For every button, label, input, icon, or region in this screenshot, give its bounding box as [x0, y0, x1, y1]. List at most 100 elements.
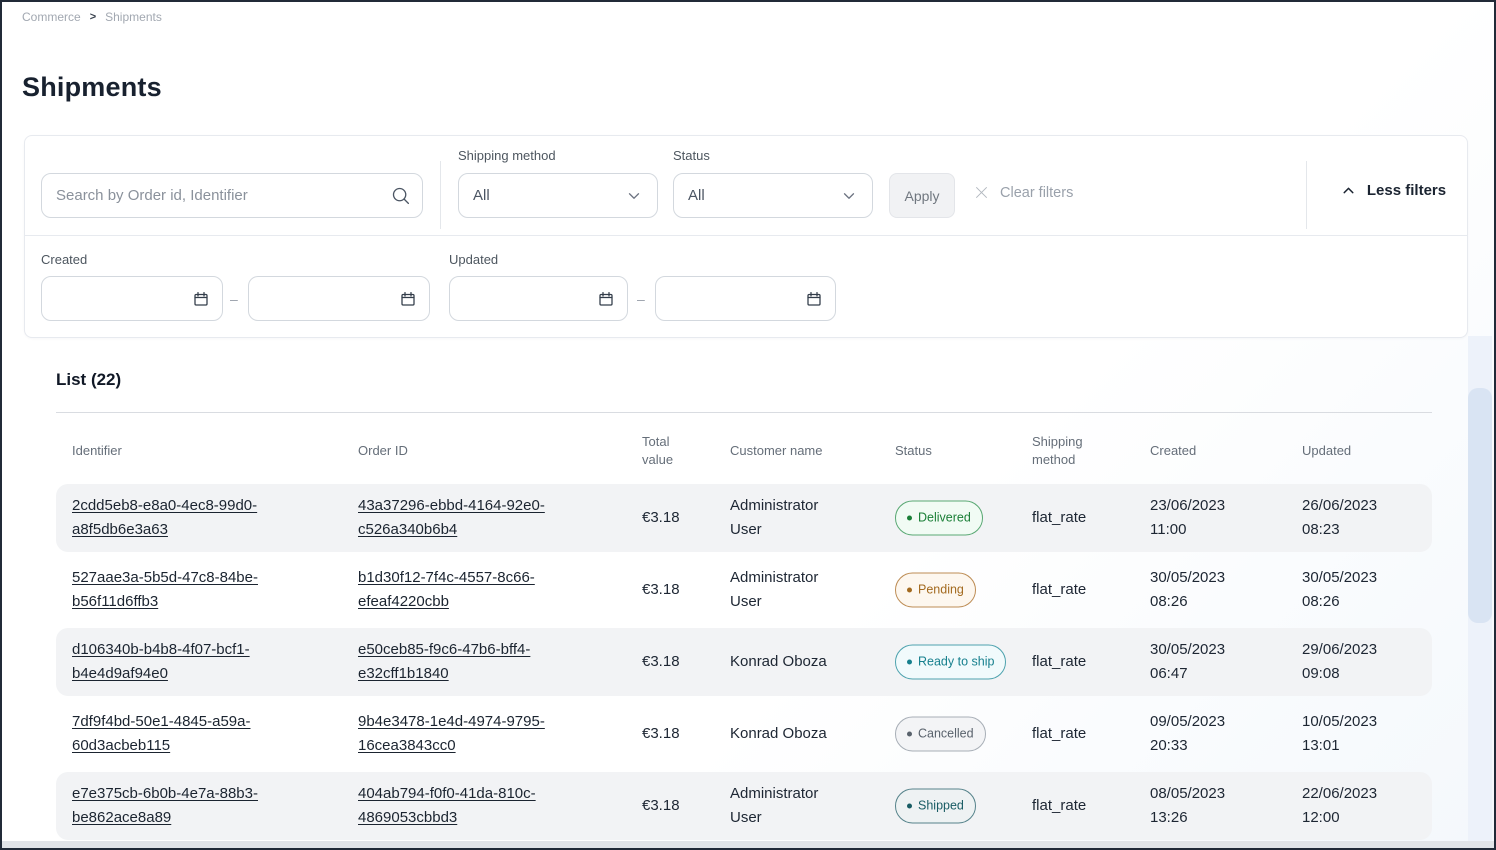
updated-from-input[interactable] [449, 276, 628, 321]
identifier-link[interactable]: 7df9f4bd-50e1-4845-a59a-60d3acbeb115 [72, 710, 307, 758]
shipping-method: flat_rate [1032, 578, 1086, 602]
updated-date: 22/06/2023 [1302, 782, 1412, 806]
status-filter-label: Status [673, 148, 710, 163]
table-body: 2cdd5eb8-e8a0-4ec8-99d0-a8f5db6e3a63 43a… [56, 484, 1432, 844]
order-id-link[interactable]: 9b4e3478-1e4d-4974-9795-16cea3843cc0 [358, 710, 578, 758]
filter-divider-1 [440, 161, 441, 229]
updated-at: 22/06/2023 12:00 [1302, 782, 1412, 830]
updated-filter-label: Updated [449, 252, 498, 267]
shipping-method-label: Shipping method [458, 148, 556, 163]
column-header-order-id: Order ID [358, 442, 408, 460]
table-row: 527aae3a-5b5d-47c8-84be-b56f11d6ffb3 b1d… [56, 556, 1432, 624]
column-header-updated: Updated [1302, 442, 1351, 460]
shipping-method: flat_rate [1032, 506, 1086, 530]
updated-to-field[interactable] [656, 277, 835, 320]
filters-panel: Shipping method All Status All Apply Cle… [24, 135, 1468, 338]
created-at: 09/05/2023 20:33 [1150, 710, 1260, 758]
customer-name: Konrad Oboza [730, 650, 850, 674]
search-input[interactable] [41, 173, 423, 218]
created-filter-label: Created [41, 252, 87, 267]
filter-divider-2 [1306, 161, 1307, 229]
identifier-link[interactable]: d106340b-b4b8-4f07-bcf1-b4e4d9af94e0 [72, 638, 307, 686]
created-date: 08/05/2023 [1150, 782, 1260, 806]
status-badge: Delivered [895, 501, 983, 536]
created-at: 30/05/2023 06:47 [1150, 638, 1260, 686]
shipping-method-select[interactable]: All [458, 173, 658, 218]
column-header-status: Status [895, 442, 932, 460]
shipping-method: flat_rate [1032, 650, 1086, 674]
apply-button[interactable]: Apply [889, 173, 955, 218]
updated-from-field[interactable] [450, 277, 627, 320]
list-divider [56, 412, 1432, 413]
less-filters-toggle[interactable]: Less filters [1331, 182, 1455, 199]
status-badge: Cancelled [895, 717, 986, 752]
updated-time: 08:23 [1302, 518, 1412, 542]
status-cell: Pending [895, 573, 976, 608]
created-to-input[interactable] [248, 276, 430, 321]
horizontal-scrollbar[interactable] [2, 841, 1494, 848]
total-value: €3.18 [642, 578, 680, 602]
vertical-scrollbar-thumb[interactable] [1468, 388, 1492, 623]
search-icon [390, 185, 411, 206]
status-cell: Ready to ship [895, 645, 1006, 680]
updated-date: 10/05/2023 [1302, 710, 1412, 734]
breadcrumb-item-commerce[interactable]: Commerce [22, 10, 81, 24]
chevron-down-icon [840, 187, 858, 205]
created-date: 30/05/2023 [1150, 566, 1260, 590]
status-label: Delivered [918, 506, 971, 530]
status-dot-icon [907, 803, 912, 808]
table-row: 7df9f4bd-50e1-4845-a59a-60d3acbeb115 9b4… [56, 700, 1432, 768]
updated-to-input[interactable] [655, 276, 836, 321]
status-cell: Delivered [895, 501, 983, 536]
created-time: 13:26 [1150, 806, 1260, 830]
identifier-link[interactable]: e7e375cb-6b0b-4e7a-88b3-be862ace8a89 [72, 782, 307, 830]
shipping-method-value: All [473, 187, 490, 204]
updated-time: 12:00 [1302, 806, 1412, 830]
order-id-link[interactable]: b1d30f12-7f4c-4557-8c66-efeaf4220cbb [358, 566, 578, 614]
updated-date: 30/05/2023 [1302, 566, 1412, 590]
updated-at: 10/05/2023 13:01 [1302, 710, 1412, 758]
customer-name: Administrator User [730, 782, 850, 830]
updated-at: 30/05/2023 08:26 [1302, 566, 1412, 614]
created-time: 11:00 [1150, 518, 1260, 542]
order-id-link[interactable]: e50ceb85-f9c6-47b6-bff4-e32cff1b1840 [358, 638, 578, 686]
status-cell: Cancelled [895, 717, 986, 752]
identifier-link[interactable]: 527aae3a-5b5d-47c8-84be-b56f11d6ffb3 [72, 566, 307, 614]
chevron-up-icon [1340, 182, 1357, 199]
identifier-link[interactable]: 2cdd5eb8-e8a0-4ec8-99d0-a8f5db6e3a63 [72, 494, 307, 542]
updated-at: 29/06/2023 09:08 [1302, 638, 1412, 686]
created-time: 08:26 [1150, 590, 1260, 614]
status-dot-icon [907, 587, 912, 592]
status-filter-value: All [688, 187, 705, 204]
order-id-link[interactable]: 43a37296-ebbd-4164-92e0-c526a340b6b4 [358, 494, 578, 542]
column-header-shipping-method: Shipping method [1032, 433, 1096, 469]
total-value: €3.18 [642, 506, 680, 530]
order-id-link[interactable]: 404ab794-f0f0-41da-810c-4869053cbbd3 [358, 782, 578, 830]
updated-time: 09:08 [1302, 662, 1412, 686]
table-header: Identifier Order ID Total value Customer… [2, 420, 1494, 484]
created-from-field[interactable] [42, 277, 222, 320]
table-row: e7e375cb-6b0b-4e7a-88b3-be862ace8a89 404… [56, 772, 1432, 840]
status-cell: Shipped [895, 789, 976, 824]
created-to-field[interactable] [249, 277, 429, 320]
clear-icon [973, 184, 990, 201]
less-filters-label: Less filters [1367, 182, 1446, 199]
shipments-page: Commerce > Shipments Shipments Shipping … [0, 0, 1496, 850]
status-badge: Shipped [895, 789, 976, 824]
list-title: List (22) [56, 370, 121, 390]
status-label: Pending [918, 578, 964, 602]
created-range-separator: – [230, 291, 238, 307]
total-value: €3.18 [642, 794, 680, 818]
breadcrumb-item-shipments[interactable]: Shipments [105, 10, 162, 24]
status-badge: Pending [895, 573, 976, 608]
search-box [41, 173, 423, 218]
status-select[interactable]: All [673, 173, 873, 218]
column-header-created: Created [1150, 442, 1196, 460]
total-value: €3.18 [642, 722, 680, 746]
clear-filters-button[interactable]: Clear filters [973, 184, 1073, 201]
vertical-scrollbar[interactable] [1468, 336, 1492, 841]
status-dot-icon [907, 515, 912, 520]
customer-name: Administrator User [730, 566, 850, 614]
created-from-input[interactable] [41, 276, 223, 321]
shipping-method: flat_rate [1032, 794, 1086, 818]
